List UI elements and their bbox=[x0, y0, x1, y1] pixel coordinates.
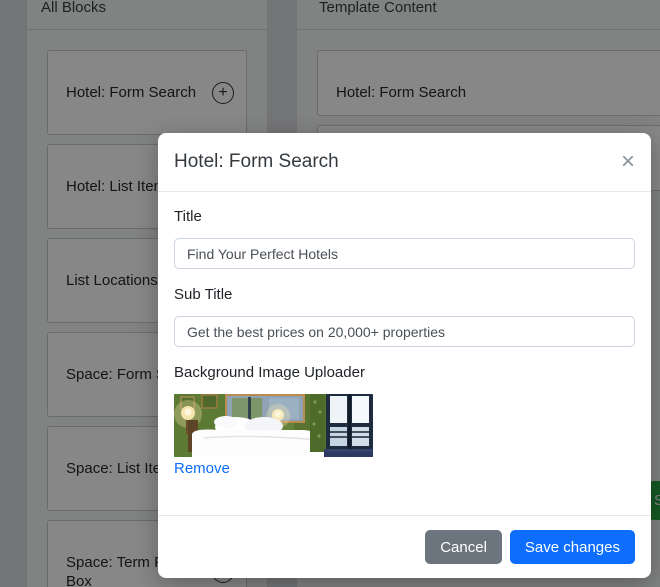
modal-title: Hotel: Form Search bbox=[174, 148, 339, 176]
cancel-button[interactable]: Cancel bbox=[425, 530, 502, 564]
background-image-uploader-label: Background Image Uploader bbox=[174, 364, 635, 382]
modal-header: Hotel: Form Search × bbox=[158, 133, 651, 192]
modal-footer: Cancel Save changes bbox=[158, 515, 651, 578]
title-input[interactable] bbox=[174, 238, 635, 269]
title-field-group: Title bbox=[174, 208, 635, 269]
close-icon[interactable]: × bbox=[621, 150, 635, 174]
title-label: Title bbox=[174, 208, 635, 226]
background-image-uploader-group: Background Image Uploader bbox=[174, 364, 635, 478]
subtitle-input[interactable] bbox=[174, 316, 635, 347]
remove-image-link[interactable]: Remove bbox=[174, 460, 230, 477]
subtitle-field-group: Sub Title bbox=[174, 286, 635, 347]
hotel-form-search-modal: Hotel: Form Search × Title Sub Title Bac… bbox=[158, 133, 651, 578]
subtitle-label: Sub Title bbox=[174, 286, 635, 304]
screen: All Blocks Hotel: Form Search + Hotel: L… bbox=[0, 0, 660, 587]
modal-body: Title Sub Title Background Image Uploade… bbox=[158, 192, 651, 511]
background-image-preview[interactable] bbox=[174, 394, 373, 457]
save-changes-button[interactable]: Save changes bbox=[510, 530, 635, 564]
